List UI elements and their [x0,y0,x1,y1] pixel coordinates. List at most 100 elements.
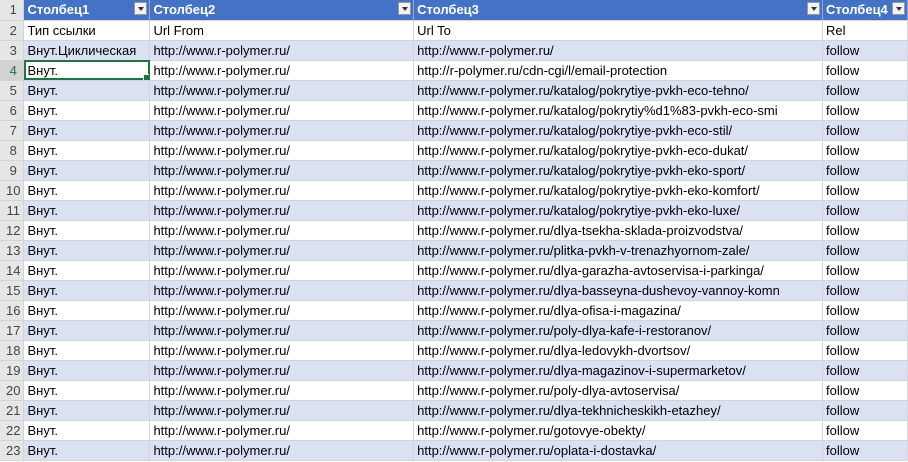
table-cell[interactable]: follow [822,260,908,281]
row-number[interactable]: 4 [0,60,25,81]
row-number[interactable]: 15 [0,280,25,301]
table-cell[interactable]: http://www.r-polymer.ru/dlya-tekhnichesk… [413,400,824,421]
table-cell[interactable]: http://r-polymer.ru/cdn-cgi/l/email-prot… [413,60,824,81]
table-cell[interactable]: follow [822,180,908,201]
table-cell[interactable]: Внут. [23,180,151,201]
table-cell[interactable]: Внут. [23,140,151,161]
table-cell[interactable]: http://www.r-polymer.ru/katalog/pokrytiy… [413,140,824,161]
table-cell[interactable]: http://www.r-polymer.ru/ [149,80,415,101]
row-number[interactable]: 9 [0,160,25,181]
table-cell[interactable]: http://www.r-polymer.ru/plitka-pvkh-v-tr… [413,240,824,261]
table-cell[interactable]: Внут. [23,320,151,341]
table-cell[interactable]: http://www.r-polymer.ru/ [149,140,415,161]
table-cell[interactable]: http://www.r-polymer.ru/katalog/pokrytiy… [413,200,824,221]
table-cell[interactable]: http://www.r-polymer.ru/dlya-ledovykh-dv… [413,340,824,361]
table-cell[interactable]: Url To [413,20,824,41]
row-number[interactable]: 12 [0,220,25,241]
row-number[interactable]: 5 [0,80,25,101]
table-cell[interactable]: http://www.r-polymer.ru/ [149,40,415,61]
table-cell[interactable]: http://www.r-polymer.ru/ [149,240,415,261]
filter-dropdown-icon[interactable] [134,2,148,15]
table-cell[interactable]: follow [822,320,908,341]
table-cell[interactable]: http://www.r-polymer.ru/dlya-basseyna-du… [413,280,824,301]
row-number[interactable]: 14 [0,260,25,281]
table-cell[interactable]: http://www.r-polymer.ru/ [149,180,415,201]
row-number[interactable]: 22 [0,420,25,441]
table-cell[interactable]: http://www.r-polymer.ru/ [149,320,415,341]
table-cell[interactable]: Внут. [23,220,151,241]
table-cell[interactable]: http://www.r-polymer.ru/dlya-ofisa-i-mag… [413,300,824,321]
table-cell[interactable]: Внут. [23,160,151,181]
table-cell[interactable]: follow [822,160,908,181]
table-cell[interactable]: Внут. [23,200,151,221]
table-cell[interactable]: http://www.r-polymer.ru/ [149,280,415,301]
filter-dropdown-icon[interactable] [892,2,905,15]
table-cell[interactable]: http://www.r-polymer.ru/katalog/pokrytiy… [413,120,824,141]
table-cell[interactable]: Внут.Циклическая [23,40,151,61]
table-cell[interactable]: http://www.r-polymer.ru/ [149,420,415,441]
table-cell[interactable]: Внут. [23,260,151,281]
column-header-1[interactable]: Столбец1 [23,0,151,21]
table-cell[interactable]: http://www.r-polymer.ru/oplata-i-dostavk… [413,440,824,461]
table-cell[interactable]: http://www.r-polymer.ru/ [149,360,415,381]
table-cell[interactable]: Rel [822,20,908,41]
column-header-2[interactable]: Столбец2 [149,0,415,21]
table-cell[interactable]: follow [822,280,908,301]
table-cell[interactable]: http://www.r-polymer.ru/ [149,120,415,141]
row-number[interactable]: 1 [0,0,25,21]
table-cell[interactable]: Тип ссылки [23,20,151,41]
table-cell[interactable]: http://www.r-polymer.ru/dlya-magazinov-i… [413,360,824,381]
table-cell[interactable]: Внут. [23,120,151,141]
filter-dropdown-icon[interactable] [398,2,412,15]
table-cell[interactable]: follow [822,80,908,101]
table-cell[interactable]: Внут. [23,360,151,381]
selected-cell[interactable]: Внут. [23,60,151,81]
table-cell[interactable]: follow [822,420,908,441]
table-cell[interactable]: follow [822,440,908,461]
table-cell[interactable]: http://www.r-polymer.ru/ [149,60,415,81]
row-number[interactable]: 10 [0,180,25,201]
table-cell[interactable]: follow [822,120,908,141]
table-cell[interactable]: follow [822,300,908,321]
table-cell[interactable]: follow [822,340,908,361]
table-cell[interactable]: http://www.r-polymer.ru/gotovye-obekty/ [413,420,824,441]
table-cell[interactable]: http://www.r-polymer.ru/ [149,300,415,321]
table-cell[interactable]: Внут. [23,340,151,361]
table-cell[interactable]: Внут. [23,380,151,401]
column-header-3[interactable]: Столбец3 [413,0,824,21]
row-number[interactable]: 21 [0,400,25,421]
row-number[interactable]: 16 [0,300,25,321]
table-cell[interactable]: http://www.r-polymer.ru/katalog/pokrytiy… [413,100,824,121]
table-cell[interactable]: http://www.r-polymer.ru/ [149,400,415,421]
table-cell[interactable]: follow [822,40,908,61]
table-cell[interactable]: http://www.r-polymer.ru/ [149,160,415,181]
table-cell[interactable]: follow [822,380,908,401]
table-cell[interactable]: follow [822,200,908,221]
row-number[interactable]: 18 [0,340,25,361]
table-cell[interactable]: http://www.r-polymer.ru/poly-dlya-avtose… [413,380,824,401]
table-cell[interactable]: http://www.r-polymer.ru/katalog/pokrytiy… [413,80,824,101]
filter-dropdown-icon[interactable] [807,2,821,15]
table-cell[interactable]: follow [822,240,908,261]
table-cell[interactable]: http://www.r-polymer.ru/ [149,380,415,401]
table-cell[interactable]: http://www.r-polymer.ru/katalog/pokrytiy… [413,160,824,181]
table-cell[interactable]: follow [822,100,908,121]
table-cell[interactable]: http://www.r-polymer.ru/katalog/pokrytiy… [413,180,824,201]
table-cell[interactable]: Внут. [23,300,151,321]
row-number[interactable]: 6 [0,100,25,121]
table-cell[interactable]: Внут. [23,420,151,441]
table-cell[interactable]: Внут. [23,100,151,121]
row-number[interactable]: 13 [0,240,25,261]
table-cell[interactable]: http://www.r-polymer.ru/ [149,440,415,461]
row-number[interactable]: 19 [0,360,25,381]
column-header-4[interactable]: Столбец4 [822,0,908,21]
table-cell[interactable]: follow [822,140,908,161]
row-number[interactable]: 8 [0,140,25,161]
table-cell[interactable]: http://www.r-polymer.ru/poly-dlya-kafe-i… [413,320,824,341]
table-cell[interactable]: Внут. [23,440,151,461]
row-number[interactable]: 11 [0,200,25,221]
row-number[interactable]: 20 [0,380,25,401]
table-cell[interactable]: http://www.r-polymer.ru/dlya-garazha-avt… [413,260,824,281]
row-number[interactable]: 3 [0,40,25,61]
table-cell[interactable]: follow [822,360,908,381]
